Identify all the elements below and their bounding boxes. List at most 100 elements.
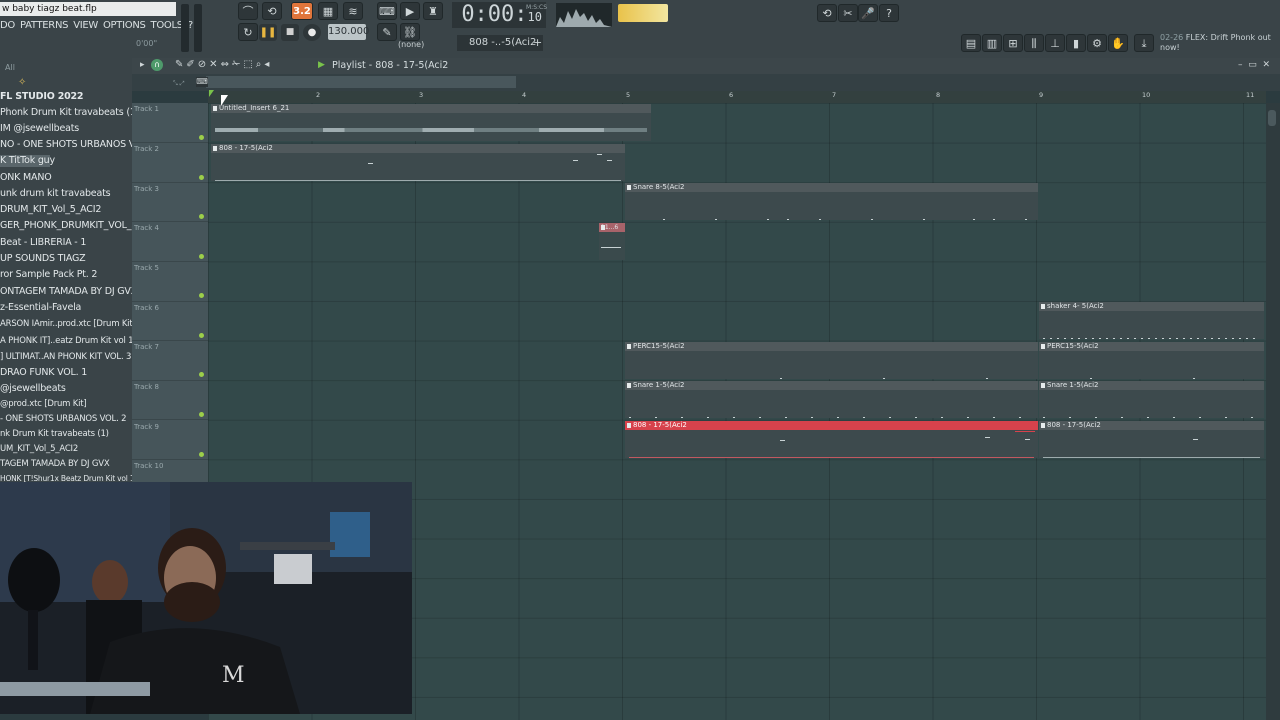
audio-clip[interactable]: Untitled_Insert 6_21 <box>211 104 651 141</box>
channel-selector[interactable]: (none) <box>398 40 424 49</box>
track-mute-led[interactable] <box>199 452 204 457</box>
playhead-marker-icon[interactable] <box>209 90 214 97</box>
pattern-clip[interactable]: Snare 1-5(Aci2 <box>1039 381 1264 418</box>
download-icon[interactable]: ⤓ <box>1134 34 1154 52</box>
pattern-clip[interactable]: 808 - 17-5(Aci2 <box>1039 421 1264 458</box>
master-volume-slider[interactable] <box>181 4 189 52</box>
plugin-tools-icon[interactable]: ✂ <box>838 4 858 22</box>
draw-pencil-icon[interactable]: ✎ <box>175 59 186 70</box>
slip-tool-icon[interactable]: ⇔ <box>221 59 232 70</box>
track-mute-led[interactable] <box>199 333 204 338</box>
browser-item[interactable]: ARSON IAmir..prod.xtc [Drum Kit] <box>0 318 136 330</box>
pattern-song-toggle[interactable]: 3.2 <box>291 2 313 20</box>
mute-tool-icon[interactable]: ✕ <box>209 59 220 70</box>
menu-view[interactable]: VIEW <box>73 18 103 33</box>
track-mute-led[interactable] <box>199 254 204 259</box>
maximize-icon[interactable]: ▭ <box>1248 60 1257 70</box>
stop-button[interactable]: ■ <box>281 24 299 41</box>
browser-item[interactable]: @jsewellbeats <box>0 383 66 395</box>
menu-file[interactable]: DO <box>0 18 20 33</box>
wait-input-icon[interactable]: ▶ <box>400 2 420 20</box>
menu-options[interactable]: OPTIONS <box>103 18 151 33</box>
browser-item[interactable]: UM_KIT_Vol_5_ACI2 <box>0 443 78 455</box>
browser-item[interactable]: ONTAGEM TAMADA BY DJ GVX <box>0 286 137 298</box>
paint-brush-icon[interactable]: ✐ <box>186 59 197 70</box>
track-mute-led[interactable] <box>199 412 204 417</box>
pattern-clip[interactable]: PERC15-5(Aci2 <box>625 342 1038 379</box>
mixer-icon[interactable]: ⫼ <box>1024 34 1044 52</box>
pattern-clip[interactable]: Snare 8-5(Aci2 <box>625 183 1038 220</box>
pattern-clip[interactable]: 808 - 17-5(Aci2 <box>211 144 625 181</box>
help-icon[interactable]: ? <box>879 4 899 22</box>
add-pattern-icon[interactable]: + <box>533 35 545 51</box>
browser-item[interactable]: ONK MANO <box>0 172 52 184</box>
browser-item[interactable]: ror Sample Pack Pt. 2 <box>0 269 97 281</box>
track-mute-led[interactable] <box>199 214 204 219</box>
browser-item[interactable]: @prod.xtc [Drum Kit] <box>0 398 87 410</box>
record-button[interactable]: ● <box>303 24 321 41</box>
pattern-clip[interactable]: shaker 4- 5(Aci2 <box>1039 302 1264 339</box>
browser-item[interactable]: - ONE SHOTS URBANOS VOL. 2 <box>0 413 126 425</box>
pattern-loop-icon[interactable]: ↻ <box>238 23 258 41</box>
link-icon[interactable]: ⛓ <box>400 23 420 41</box>
browser-item[interactable]: unk drum kit travabeats <box>0 188 111 200</box>
slice-tool-icon[interactable]: ✁ <box>232 59 243 70</box>
overview-scroll-thumb[interactable] <box>206 76 516 88</box>
timeline-ruler[interactable] <box>208 91 1266 103</box>
browser-item[interactable]: ] ULTIMAT..AN PHONK KIT VOL. 3 <box>0 351 131 363</box>
overview-zoom-icons[interactable]: ⤡ ⤢ <box>173 80 185 88</box>
tempo-display[interactable]: 130.000 <box>328 24 369 40</box>
track-mute-led[interactable] <box>199 293 204 298</box>
browser-item[interactable]: DRUM_KIT_Vol_5_ACI2 <box>0 204 101 216</box>
metronome-icon[interactable]: ⌒ <box>238 2 258 20</box>
browser-icon[interactable]: ▮ <box>1066 34 1086 52</box>
loop-record-icon[interactable]: ⟲ <box>262 2 282 20</box>
mixer-alt-icon[interactable]: ⊥ <box>1045 34 1065 52</box>
piano-roll-icon[interactable]: ▥ <box>982 34 1002 52</box>
browser-star-icon[interactable]: ✧ <box>18 77 26 88</box>
browser-item[interactable]: GER_PHONK_DRUMKIT_VOL_3 <box>0 220 137 232</box>
play-pause-button[interactable]: ❚❚ <box>259 24 277 41</box>
browser-item[interactable]: Beat - LIBRERIA - 1 <box>0 237 86 249</box>
pencil-icon[interactable]: ✎ <box>377 23 397 41</box>
snap-magnet-icon[interactable]: ∩ <box>151 59 163 71</box>
track-mute-led[interactable] <box>199 175 204 180</box>
keyboard-icon[interactable]: ⌨ <box>196 77 208 87</box>
pattern-clip-small[interactable]: 11...6 <box>599 223 625 260</box>
news-panel[interactable]: 02-26 FLEX: Drift Phonk out now! <box>1160 33 1278 53</box>
browser-item[interactable]: TAGEM TAMADA BY DJ GVX <box>0 458 110 470</box>
browser-filter[interactable]: All <box>5 63 15 72</box>
browser-item[interactable]: A PHONK IT]..eatz Drum Kit vol 1 <box>0 335 134 347</box>
close-icon[interactable]: ✕ <box>1262 60 1270 70</box>
scrollbar-thumb[interactable] <box>1268 110 1276 126</box>
browser-item[interactable]: IM @jsewellbeats <box>0 123 79 135</box>
select-tool-icon[interactable]: ⬚ <box>243 59 255 70</box>
browser-item[interactable]: z-Essential-Favela <box>0 302 81 314</box>
typing-keyboard-icon[interactable]: ⌨ <box>377 2 397 20</box>
blend-notes-icon[interactable]: ≋ <box>343 2 363 20</box>
browser-item[interactable]: FL STUDIO 2022 <box>0 91 84 103</box>
browser-item[interactable]: Phonk Drum Kit travabeats (1) <box>0 107 139 119</box>
delete-tool-icon[interactable]: ⊘ <box>198 59 209 70</box>
playlist-scrollbar[interactable] <box>1266 103 1280 720</box>
step-edit-icon[interactable]: ▦ <box>318 2 338 20</box>
browser-item[interactable]: UP SOUNDS TIAGZ <box>0 253 86 265</box>
browser-item-selected[interactable]: K TitTok guy <box>0 155 55 167</box>
master-pitch-slider[interactable] <box>194 4 202 52</box>
pattern-clip-selected[interactable]: 808 - 17-5(Aci2 <box>625 421 1038 458</box>
track-mute-led[interactable] <box>199 372 204 377</box>
browser-item[interactable]: DRAO FUNK VOL. 1 <box>0 367 87 379</box>
countdown-icon[interactable]: ♜ <box>423 2 443 20</box>
browser-item[interactable]: nk Drum Kit travabeats (1) <box>0 428 109 440</box>
menu-patterns[interactable]: PATTERNS <box>20 18 73 33</box>
playback-tool-icon[interactable]: ◂ <box>264 59 272 70</box>
channel-rack-icon[interactable]: ⊞ <box>1003 34 1023 52</box>
playlist-menu-arrow-icon[interactable]: ▸ <box>140 60 145 70</box>
track-mute-led[interactable] <box>199 135 204 140</box>
minimize-icon[interactable]: – <box>1238 60 1243 70</box>
undo-history-icon[interactable]: ⟲ <box>817 4 837 22</box>
touch-keyboard-icon[interactable]: ✋ <box>1108 34 1128 52</box>
playlist-play-icon[interactable]: ▶ <box>318 60 325 70</box>
pattern-clip[interactable]: Snare 1-5(Aci2 <box>625 381 1038 418</box>
microphone-icon[interactable]: 🎤 <box>858 4 878 22</box>
